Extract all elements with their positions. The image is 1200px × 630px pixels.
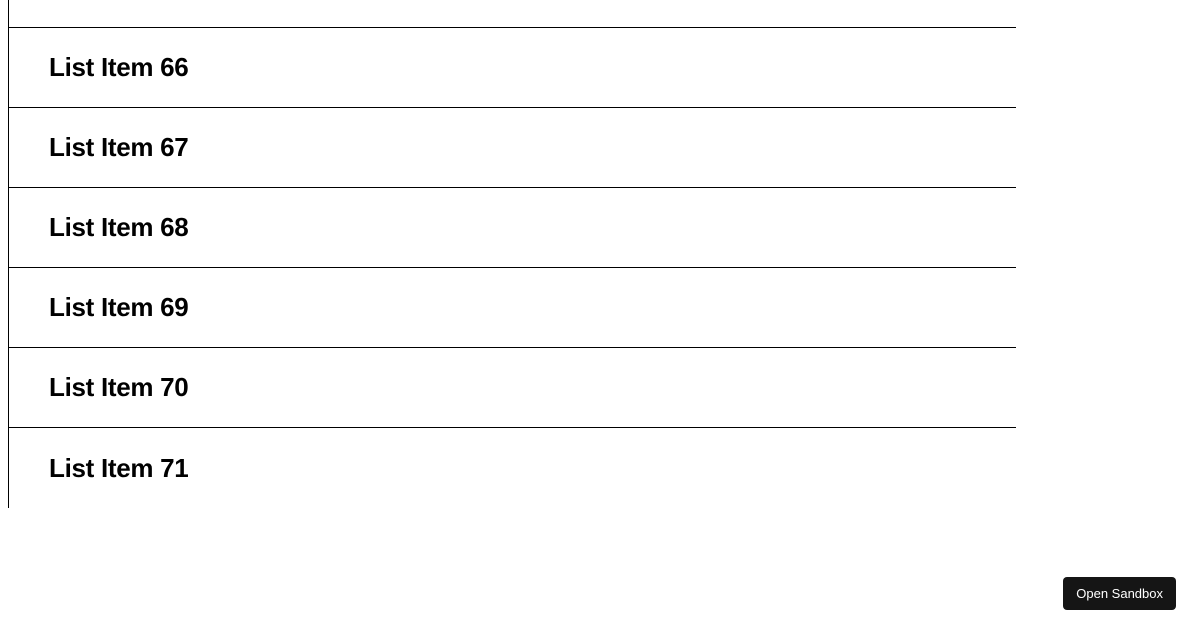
list-item-label: List Item 68 xyxy=(49,212,188,243)
list-item-label: List Item 69 xyxy=(49,292,188,323)
list-item[interactable]: List Item 69 xyxy=(9,268,1016,348)
list-item-label: List Item 67 xyxy=(49,132,188,163)
list-item[interactable] xyxy=(9,0,1016,28)
list-item-label: List Item 66 xyxy=(49,52,188,83)
list-item-label: List Item 70 xyxy=(49,372,188,403)
list-item[interactable]: List Item 67 xyxy=(9,108,1016,188)
list-item[interactable]: List Item 71 xyxy=(9,428,1016,508)
open-sandbox-button[interactable]: Open Sandbox xyxy=(1063,577,1176,610)
list-item[interactable]: List Item 68 xyxy=(9,188,1016,268)
list-item[interactable]: List Item 66 xyxy=(9,28,1016,108)
list-item[interactable]: List Item 70 xyxy=(9,348,1016,428)
list-item-label: List Item 71 xyxy=(49,453,188,484)
list-container: List Item 66 List Item 67 List Item 68 L… xyxy=(8,0,1016,508)
